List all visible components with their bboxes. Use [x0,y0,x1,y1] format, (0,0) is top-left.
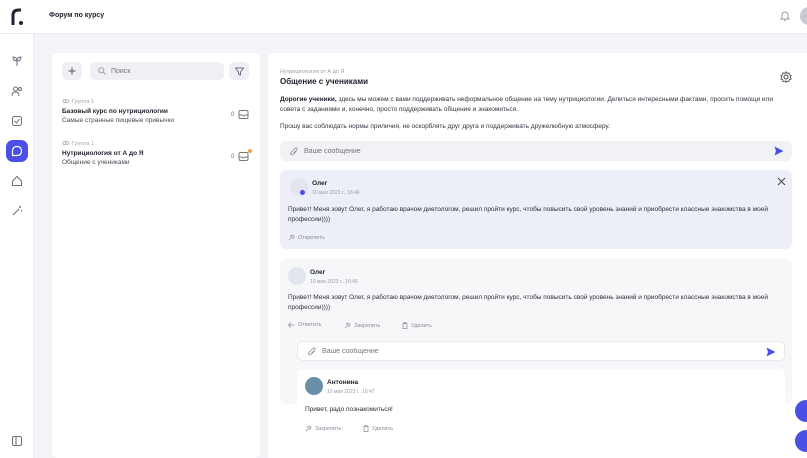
page-title: Форум по курсу [49,12,105,19]
avatar [290,178,308,196]
send-icon[interactable] [774,146,784,156]
reply-input[interactable] [322,347,702,355]
pinned-indicator [300,190,305,195]
pin-label: Закрепить [315,425,342,432]
forum-item-group: Группа 1 [62,141,252,147]
send-icon[interactable] [766,347,776,357]
pin-button[interactable]: Закрепить [305,425,341,432]
intro-text: здесь мы можем с вами поддерживать нефор… [280,96,773,113]
forum-list-panel: Группа 1 Базовый курс по нутрициологии С… [52,53,260,458]
forum-item-subtitle: Самые странные пищевые привычки [62,117,175,124]
unpin-label: Открепить [298,234,325,241]
nav-plant[interactable] [6,50,28,72]
forum-item-group: Группа 1 [62,99,252,105]
forum-item-count: 0 [231,154,235,160]
topic-intro: Дорогие ученики, здесь мы можем с вами п… [280,95,790,114]
topic-rules: Прошу вас соблюдать нормы приличия, не о… [280,123,610,130]
checklist-icon [12,116,22,126]
forum-item[interactable]: Группа 1 Нутрициология от А до Я Общение… [62,141,252,175]
paperclip-icon[interactable] [308,347,316,356]
delete-label: Удалить [411,322,432,329]
plant-icon [12,56,22,66]
message-author: Олег [310,269,326,276]
forum-item-title: Нутрициология от А до Я [62,150,144,157]
forum-item-count: 0 [231,112,235,118]
reply-composer[interactable] [297,341,785,361]
search-box[interactable] [90,62,224,80]
message-text: Привет! Меня зовут Олег, я работаю врачо… [288,206,769,223]
unpin-button[interactable]: Открепить [288,234,325,241]
delete-label: Удалить [372,425,393,432]
collapse-icon [12,436,22,446]
reply-label: Ответить [298,322,322,328]
pin-icon [344,322,351,329]
message-composer[interactable] [280,141,792,161]
reply-button[interactable]: Ответить [288,322,322,328]
message-author: Олег [312,180,328,187]
nav-rail [0,34,34,458]
delete-button[interactable]: Удалить [402,322,432,329]
trash-icon [402,322,408,329]
nav-magic[interactable] [6,200,28,222]
avatar [305,377,323,395]
message-text: Привет! Меня зовут Олег, я работаю врачо… [288,294,769,311]
forum-item-group-label: Группа 1 [72,141,95,147]
logo-icon[interactable] [10,8,24,26]
pinned-message: Олег 10 мая 2023 г., 16:46 Привет! Меня … [280,170,792,249]
forum-item-title: Базовый курс по нутрициологии [62,108,168,115]
topic-title: Общение с учениками [280,77,369,86]
reply-icon [288,322,295,328]
inbox-icon [238,110,249,119]
add-topic-button[interactable] [62,62,82,80]
reply-message: Антонина 10 мая 2023 г., 16:47 Привет, р… [297,369,785,443]
unread-badge [248,149,252,153]
filter-button[interactable] [229,62,249,80]
plus-icon [68,67,76,75]
group-icon [62,99,69,103]
community-icon [11,86,22,97]
nav-forum[interactable] [6,140,28,162]
avatar [288,267,306,285]
forum-item-subtitle: Общение с учениками [62,159,130,166]
breadcrumb[interactable]: Нутрициология от А до Я [280,69,344,75]
message-input[interactable] [304,147,704,155]
nav-tasks[interactable] [6,110,28,132]
reply-text: Привет, радо познакомиться! [305,406,393,413]
message-date: 10 мая 2023 г., 16:46 [312,190,360,196]
pin-button[interactable]: Закрепить [344,322,380,329]
gear-icon[interactable] [780,71,792,83]
forum-item-group-label: Группа 1 [72,99,95,105]
nav-community[interactable] [6,80,28,102]
forum-app: Форум по курсу Поиск Группа 1 Базовый ку… [0,0,807,458]
group-icon [62,141,69,145]
user-avatar[interactable] [800,7,807,25]
inbox-icon [238,152,249,161]
trash-icon [363,425,369,432]
search-input[interactable] [111,67,211,75]
chat-icon [11,145,23,157]
reply-date: 10 мая 2023 г., 16:47 [327,389,375,395]
reply-author: Антонина [327,379,359,386]
message-date: 10 мая 2023 г., 16:46 [310,279,358,285]
paperclip-icon[interactable] [290,147,298,156]
filter-icon [234,67,244,76]
close-icon[interactable] [777,177,786,186]
search-icon [98,67,106,75]
nav-home[interactable] [6,170,28,192]
home-icon [12,175,22,186]
pin-icon [288,234,295,241]
delete-button[interactable]: Удалить [363,425,393,432]
nav-collapse[interactable] [6,430,28,452]
message: Олег 10 мая 2023 г., 16:46 Привет! Меня … [280,259,792,443]
bell-icon[interactable] [779,10,791,22]
intro-greeting: Дорогие ученики, [280,96,337,103]
pin-label: Закрепить [354,322,381,329]
top-bar: Форум по курсу [0,0,807,34]
topic-panel: Нутрициология от А до Я Общение с ученик… [268,53,807,458]
pin-icon [305,425,312,432]
magic-icon [12,206,22,216]
forum-item[interactable]: Группа 1 Базовый курс по нутрициологии С… [62,99,252,133]
